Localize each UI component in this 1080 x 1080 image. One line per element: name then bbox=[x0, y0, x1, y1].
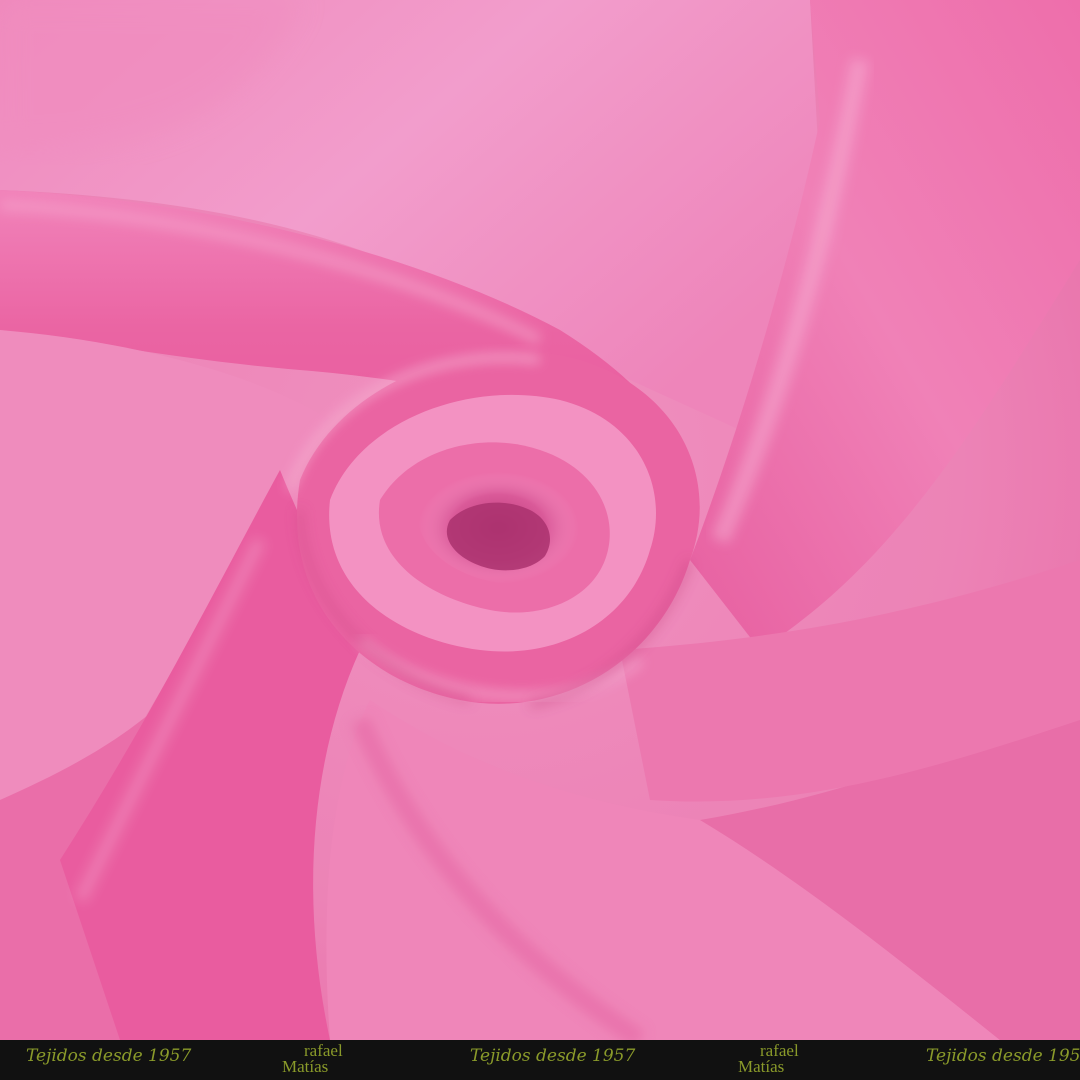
tagline: Tejidos desde 1957 bbox=[926, 1046, 1080, 1066]
brand-logo-line2: Matías bbox=[282, 1057, 329, 1076]
brand-logo: rafael Matías bbox=[282, 1042, 362, 1078]
product-photo: Tejidos desde 1957 rafael Matías Tejidos… bbox=[0, 0, 1080, 1080]
pink-fabric-swirl-image bbox=[0, 0, 1080, 1040]
tagline: Tejidos desde 1957 bbox=[470, 1046, 636, 1066]
brand-logo: rafael Matías bbox=[738, 1042, 818, 1078]
tagline: Tejidos desde 1957 bbox=[26, 1046, 192, 1066]
brand-footer-band: Tejidos desde 1957 rafael Matías Tejidos… bbox=[0, 1040, 1080, 1080]
brand-logo-line2: Matías bbox=[738, 1057, 785, 1076]
